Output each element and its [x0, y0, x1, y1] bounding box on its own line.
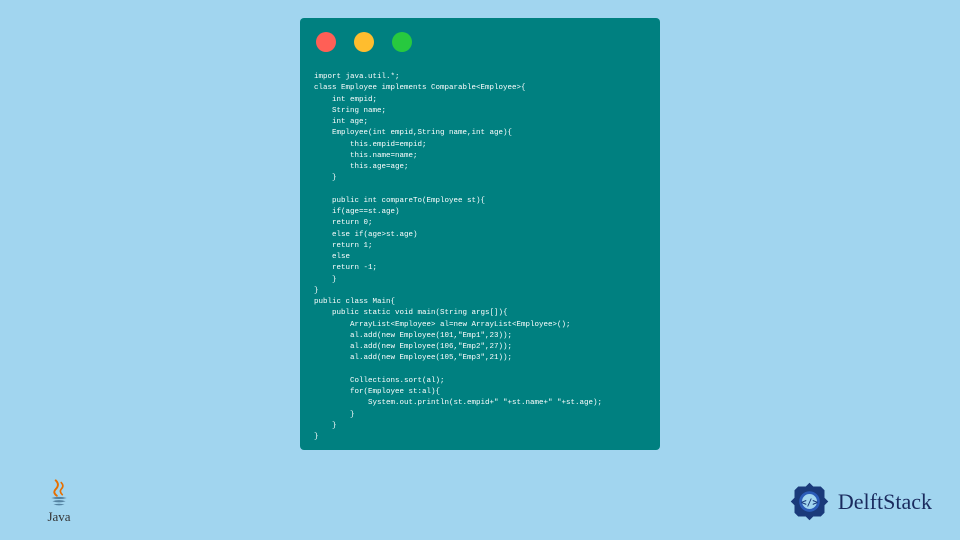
- java-logo: Java: [38, 470, 80, 525]
- code-line: ArrayList<Employee> al=new ArrayList<Emp…: [314, 321, 571, 329]
- code-line: Employee(int empid,String name,int age){: [314, 129, 512, 137]
- code-line: }: [314, 433, 319, 441]
- code-line: String name;: [314, 107, 386, 115]
- code-line: al.add(new Employee(106,"Emp2",27));: [314, 343, 512, 351]
- code-line: int empid;: [314, 96, 377, 104]
- code-line: Collections.sort(al);: [314, 377, 445, 385]
- code-line: public int compareTo(Employee st){: [314, 197, 485, 205]
- minimize-icon: [354, 32, 374, 52]
- code-line: return -1;: [314, 264, 377, 272]
- code-line: }: [314, 411, 355, 419]
- code-line: class Employee implements Comparable<Emp…: [314, 84, 526, 92]
- java-logo-text: Java: [47, 509, 70, 525]
- code-line: this.name=name;: [314, 152, 418, 160]
- code-window: import java.util.*; class Employee imple…: [300, 18, 660, 450]
- delftstack-gear-icon: </>: [787, 479, 832, 524]
- traffic-lights: [314, 32, 646, 52]
- close-icon: [316, 32, 336, 52]
- code-line: for(Employee st:al){: [314, 388, 440, 396]
- code-line: return 0;: [314, 219, 373, 227]
- java-cup-icon: [48, 479, 70, 507]
- code-line: }: [314, 174, 337, 182]
- code-line: return 1;: [314, 242, 373, 250]
- code-line: System.out.println(st.empid+" "+st.name+…: [314, 399, 602, 407]
- code-line: public class Main{: [314, 298, 395, 306]
- code-line: public static void main(String args[]){: [314, 309, 508, 317]
- maximize-icon: [392, 32, 412, 52]
- delftstack-logo: </> DelftStack: [787, 479, 932, 524]
- code-line: al.add(new Employee(105,"Emp3",21));: [314, 354, 512, 362]
- code-line: this.age=age;: [314, 163, 409, 171]
- code-line: if(age==st.age): [314, 208, 400, 216]
- code-line: int age;: [314, 118, 368, 126]
- code-line: else if(age>st.age): [314, 231, 418, 239]
- code-content: import java.util.*; class Employee imple…: [314, 72, 646, 443]
- code-line: import java.util.*;: [314, 73, 400, 81]
- delftstack-logo-text: DelftStack: [838, 489, 932, 515]
- code-line: al.add(new Employee(101,"Emp1",23));: [314, 332, 512, 340]
- code-line: }: [314, 287, 319, 295]
- svg-text:</>: </>: [801, 497, 818, 508]
- code-line: }: [314, 422, 337, 430]
- code-line: }: [314, 276, 337, 284]
- code-line: else: [314, 253, 350, 261]
- code-line: this.empid=empid;: [314, 141, 427, 149]
